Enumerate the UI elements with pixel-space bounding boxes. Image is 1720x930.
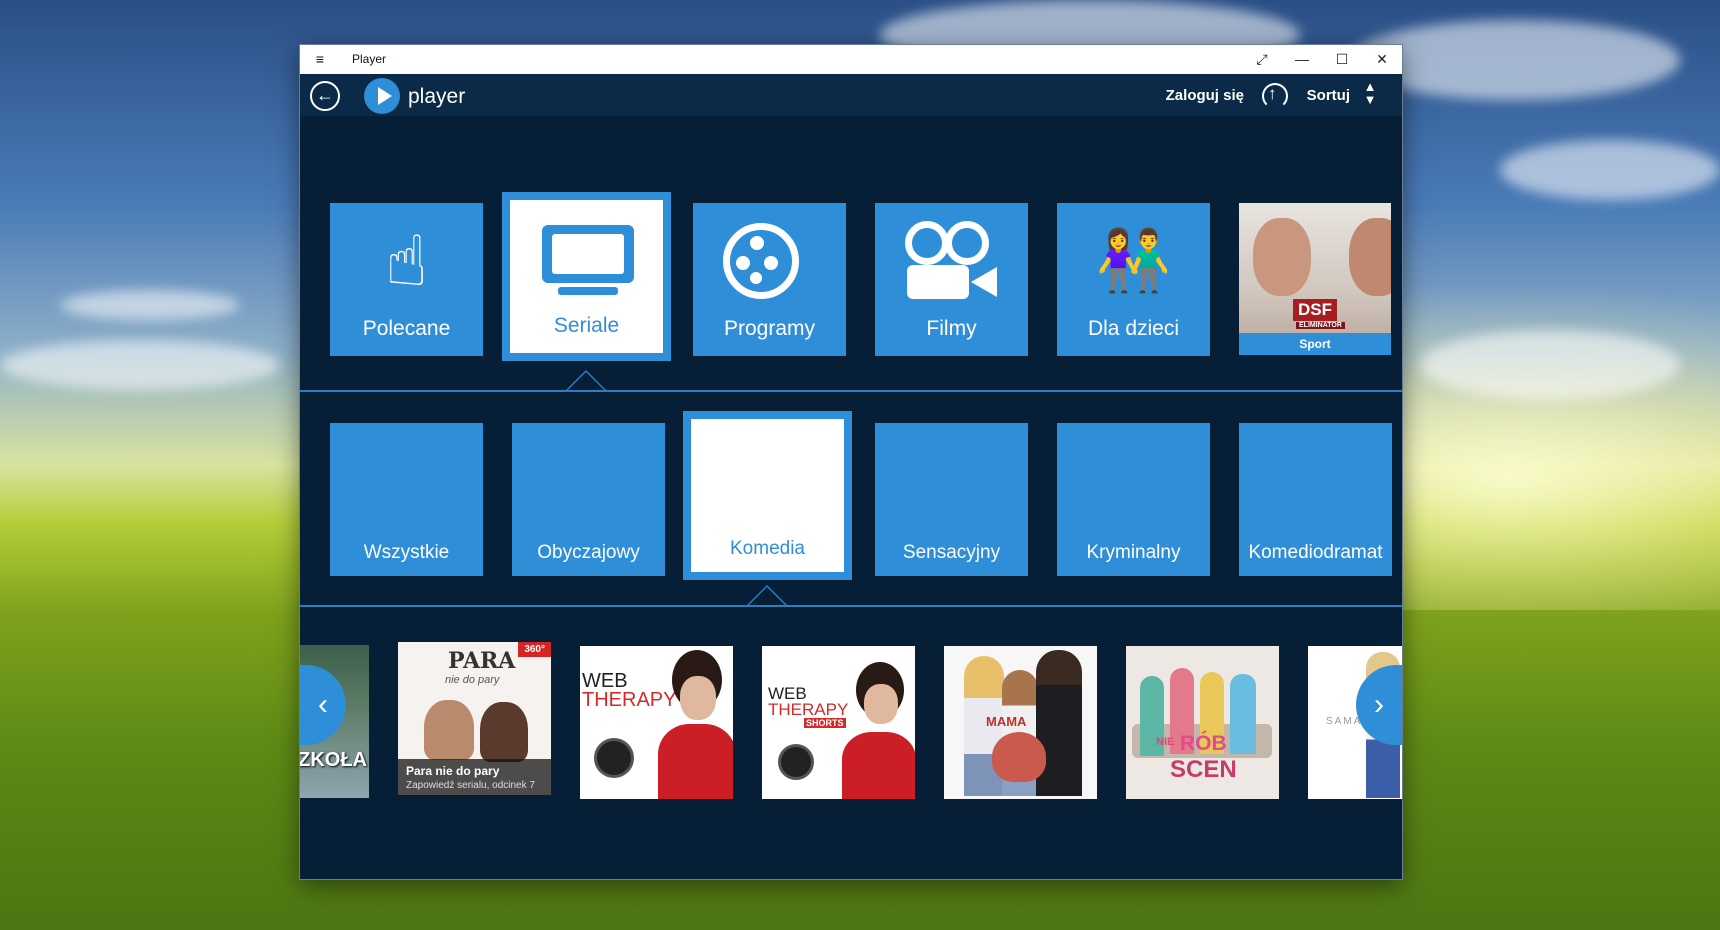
show-thumbnail[interactable]: MAMA <box>944 646 1097 799</box>
video-camera-icon <box>905 221 1001 303</box>
subcategory-pointer <box>747 585 787 605</box>
camera-reel <box>945 221 989 265</box>
thumbnail-text: SZKOŁA <box>300 749 367 771</box>
subcategory-label: Sensacyjny <box>902 542 1001 563</box>
sport-badge-sub: ELIMINATOR <box>1296 322 1345 329</box>
fighter-face <box>1349 218 1391 296</box>
sport-badge: DSF <box>1293 299 1337 321</box>
thumbnail-line1: NIE <box>1156 736 1175 748</box>
webcam-icon <box>778 744 814 780</box>
category-tile-polecane[interactable]: ☝ Polecane <box>330 203 483 356</box>
woman-face <box>680 676 716 720</box>
thumbnail-text: SAMA <box>1326 716 1363 727</box>
camera-reel <box>905 221 949 265</box>
category-tile-sport[interactable]: DSF ELIMINATOR Sport <box>1239 203 1391 355</box>
maximize-button[interactable]: ☐ <box>1322 45 1362 74</box>
logo-text: player <box>408 85 466 108</box>
subcategory-label: Komediodramat <box>1248 542 1383 563</box>
sort-button[interactable]: Sortuj <box>1307 87 1350 104</box>
caption-title: Para nie do pary <box>406 764 500 778</box>
subcategory-tile-komediodramat[interactable]: Komediodramat <box>1239 423 1392 576</box>
thumbnail-badge: 360° <box>518 642 551 657</box>
category-label: Filmy <box>926 317 977 340</box>
app-bar: ← player Zaloguj się Sortuj ▲▼ <box>300 74 1402 116</box>
window-title: Player <box>352 52 387 66</box>
show-thumbnail[interactable]: WEB THERAPY SHORTS <box>762 646 915 799</box>
couple-figure <box>424 700 474 760</box>
woman-face <box>864 684 898 724</box>
cloud <box>0 340 280 390</box>
reel-hole <box>750 272 762 284</box>
category-tile-programy[interactable]: Programy <box>693 203 846 356</box>
show-thumbnail[interactable]: WEB THERAPY <box>580 646 733 799</box>
fighter-face <box>1253 218 1311 296</box>
thumbnail-line2: THERAPY <box>768 700 849 719</box>
subcategory-label: Obyczajowy <box>537 542 640 563</box>
tv-screen <box>552 234 624 274</box>
subcategory-tile-wszystkie[interactable]: Wszystkie <box>330 423 483 576</box>
cloud <box>1420 330 1680 400</box>
thumbnail-line2: RÓB <box>1180 732 1227 755</box>
reel-hole <box>736 256 750 270</box>
subcategory-tile-kryminalny[interactable]: Kryminalny <box>1057 423 1210 576</box>
subcategory-label: Komedia <box>730 538 805 559</box>
category-pointer <box>566 370 606 390</box>
children-icon: 👫 <box>1096 227 1171 294</box>
category-tile-seriale[interactable]: Seriale <box>502 192 671 361</box>
subcategory-tile-obyczajowy[interactable]: Obyczajowy <box>512 423 665 576</box>
couple-figure <box>480 702 528 762</box>
thumbnail-line3: SCEN <box>1170 756 1237 783</box>
thumbnail-line3: SHORTS <box>804 718 846 728</box>
tv-stand <box>558 287 618 295</box>
subcategory-label: Wszystkie <box>363 542 450 563</box>
camera-body <box>907 265 969 299</box>
reel-hole <box>750 236 764 250</box>
caption-subtitle: Zapowiedź serialu, odcinek 7 <box>406 780 535 791</box>
subcategory-tile-sensacyjny[interactable]: Sensacyjny <box>875 423 1028 576</box>
minimize-button[interactable]: — <box>1282 45 1322 74</box>
category-label: Polecane <box>362 317 451 340</box>
close-button[interactable]: ✕ <box>1362 45 1402 74</box>
hamburger-menu-icon[interactable]: ≡ <box>312 51 328 67</box>
thumbnail-title: PARA <box>448 648 516 674</box>
category-label: Dla dzieci <box>1087 317 1180 340</box>
show-thumbnail[interactable]: NIE RÓB SCEN <box>1126 646 1279 799</box>
title-bar: ≡ Player ⤢ — ☐ ✕ <box>300 45 1402 74</box>
red-jacket <box>658 724 733 799</box>
show-thumbnail[interactable]: PARA nie do pary 360° Para nie do pary Z… <box>398 642 551 795</box>
login-upload-icon[interactable] <box>1262 83 1288 109</box>
subcategory-label: Kryminalny <box>1086 542 1181 563</box>
person-figure <box>1230 674 1256 754</box>
subcategory-tile-komedia[interactable]: Komedia <box>683 411 852 580</box>
thumbnail-text: MAMA <box>986 714 1027 729</box>
pointing-hand-icon: ☝ <box>385 222 428 300</box>
webcam-icon <box>594 738 634 778</box>
heart-shape <box>992 732 1046 782</box>
login-link[interactable]: Zaloguj się <box>1166 87 1244 104</box>
person-figure <box>1036 650 1082 796</box>
play-logo-icon <box>364 78 400 114</box>
category-tile-filmy[interactable]: Filmy <box>875 203 1028 356</box>
tv-icon <box>542 225 634 295</box>
thumbnail-line2: THERAPY <box>582 689 677 711</box>
back-arrow-icon[interactable]: ← <box>310 81 340 111</box>
category-label: Sport <box>1239 333 1391 355</box>
subcategory-separator <box>300 605 1402 607</box>
camera-lens <box>971 267 997 297</box>
sort-arrows-icon[interactable]: ▲ ▼ <box>1360 80 1380 106</box>
app-window: ≡ Player ⤢ — ☐ ✕ ← player Zaloguj się So… <box>300 45 1402 879</box>
category-label: Seriale <box>553 314 620 337</box>
category-label: Programy <box>723 317 816 340</box>
cloud <box>1500 140 1720 200</box>
category-tile-dla-dzieci[interactable]: 👫 Dla dzieci <box>1057 203 1210 356</box>
category-separator <box>300 390 1402 392</box>
red-jacket <box>842 732 915 799</box>
cloud <box>60 290 240 320</box>
reel-hole <box>764 256 778 270</box>
film-reel-icon <box>723 223 799 299</box>
caption-bar: Para nie do pary Zapowiedź serialu, odci… <box>398 759 551 795</box>
thumbnail-subtitle: nie do pary <box>445 674 500 686</box>
expand-button[interactable]: ⤢ <box>1242 45 1282 74</box>
